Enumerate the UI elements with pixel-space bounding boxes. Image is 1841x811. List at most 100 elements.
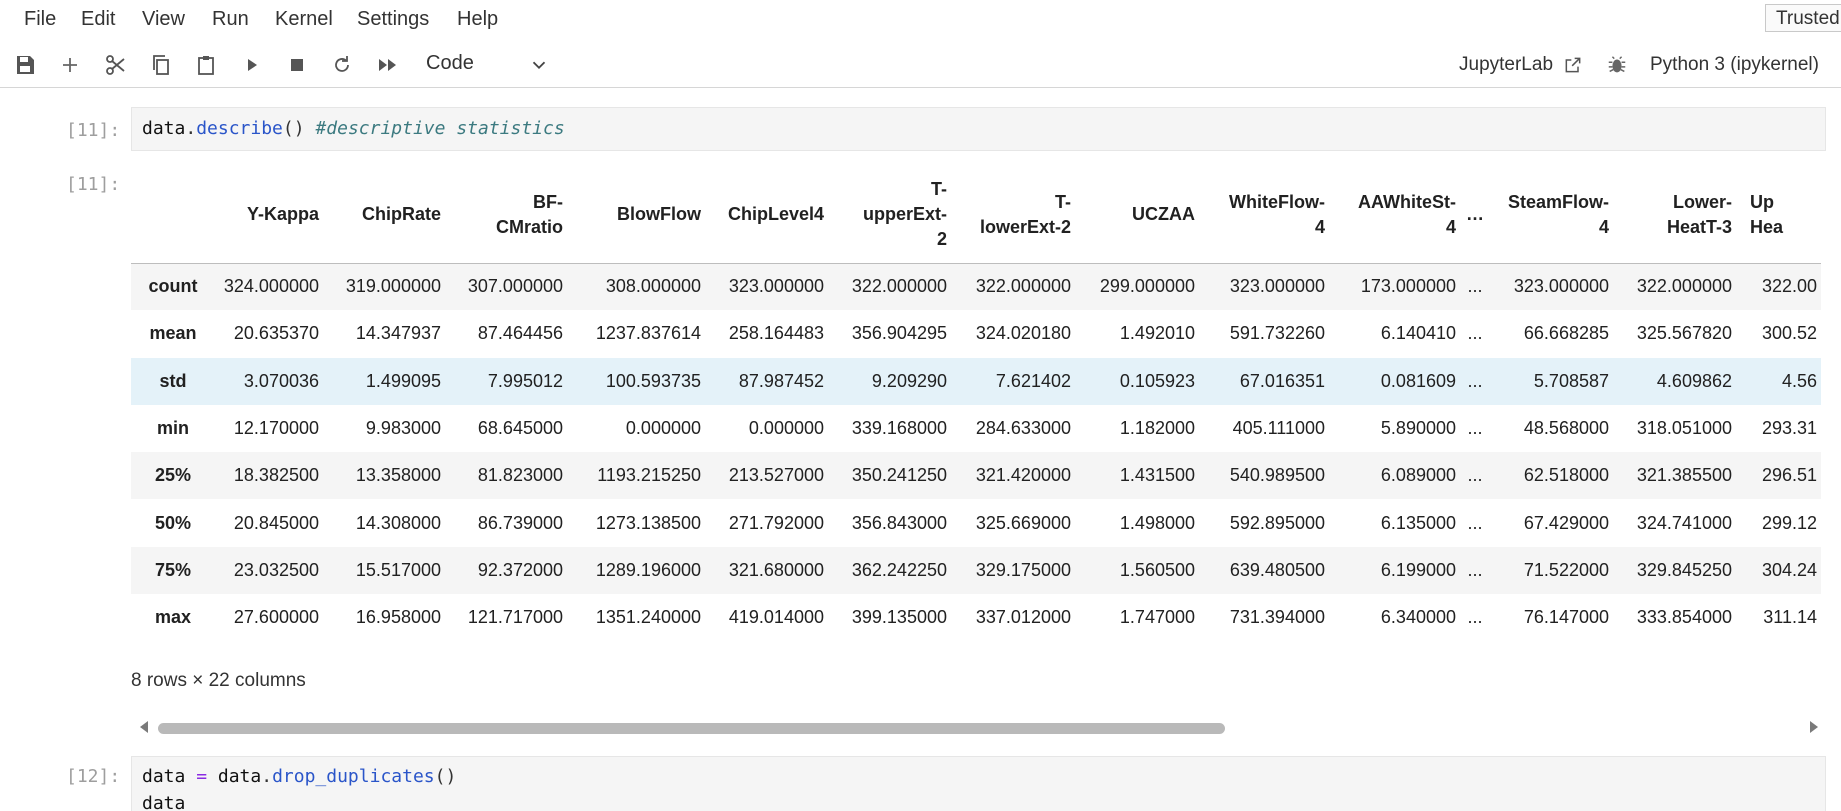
table-cell: 86.739000 [477, 512, 563, 533]
column-header: T-lowerExt-2 [951, 167, 1075, 263]
table-cell: 7.621402 [995, 370, 1071, 391]
table-cell: 731.394000 [1229, 607, 1325, 628]
cell-type-select[interactable]: Code [426, 52, 556, 78]
table-row: max 27.600000 16.958000 121.717000 1351.2400… [131, 594, 1821, 641]
menu-edit[interactable]: Edit [81, 8, 115, 31]
table-cell: 27.600000 [233, 607, 319, 628]
menu-bar: File Edit View Run Kernel Settings Help … [0, 0, 1841, 38]
table-cell: 87.987452 [738, 370, 824, 391]
table-cell: 6.340000 [1380, 607, 1456, 628]
table-cell: 1237.837614 [595, 323, 701, 344]
fast-forward-icon[interactable] [375, 52, 401, 78]
scroll-left-arrow-icon[interactable] [140, 721, 148, 733]
run-icon[interactable] [239, 52, 265, 78]
code-comment: #descriptive statistics [315, 118, 565, 139]
menu-file[interactable]: File [24, 8, 56, 31]
dataframe-output: Y-Kappa ChipRate BF- CMratio BlowFlow Chi… [131, 167, 1841, 642]
restart-icon[interactable] [329, 52, 355, 78]
table-cell: 362.242250 [851, 559, 947, 580]
table-cell: 12.170000 [233, 418, 319, 439]
column-header-line: 4 [1314, 216, 1325, 237]
stop-icon[interactable] [284, 52, 310, 78]
table-cell: 81.823000 [477, 465, 563, 486]
code-token: describe [196, 118, 283, 139]
column-header-line: WhiteFlow- [1229, 191, 1325, 212]
code-cell-describe[interactable]: data.describe() #descriptive statistics [131, 107, 1826, 151]
table-cell: 311.14 [1763, 607, 1817, 628]
table-cell: 87.464456 [477, 323, 563, 344]
menu-run[interactable]: Run [212, 8, 249, 31]
column-header-line: Lower- [1672, 191, 1732, 212]
horizontal-scrollbar[interactable] [131, 716, 1826, 738]
table-row: mean 20.635370 14.347937 87.464456 1237.8376… [131, 310, 1821, 357]
table-cell: 14.347937 [355, 323, 441, 344]
column-header-ellipsis: … [1460, 167, 1490, 263]
table-cell: 323.000000 [728, 276, 824, 297]
table-cell: 7.995012 [487, 370, 563, 391]
table-cell: 14.308000 [355, 512, 441, 533]
table-cell: 1.492010 [1119, 323, 1195, 344]
cell-type-value: Code [426, 52, 474, 74]
table-cell: 20.635370 [233, 323, 319, 344]
table-cell: 5.708587 [1533, 370, 1609, 391]
table-cell: 293.31 [1761, 418, 1817, 439]
table-cell: 6.089000 [1380, 465, 1456, 486]
column-header: ChipLevel4 [705, 167, 828, 263]
paste-icon[interactable] [193, 52, 219, 78]
ellipsis-cell: ... [1467, 465, 1483, 486]
table-row: 25% 18.382500 13.358000 81.823000 1193.21525… [131, 452, 1821, 500]
table-cell: 337.012000 [975, 607, 1071, 628]
table-cell: 323.000000 [1229, 276, 1325, 297]
table-cell: 16.958000 [355, 607, 441, 628]
column-header: BlowFlow [567, 167, 705, 263]
menu-help[interactable]: Help [457, 8, 498, 31]
menu-settings[interactable]: Settings [357, 8, 429, 31]
debugger-bug-icon[interactable] [1606, 54, 1628, 76]
scrollbar-thumb[interactable] [158, 723, 1225, 734]
dataframe-shape-note: 8 rows × 22 columns [131, 670, 306, 691]
column-header: AAWhiteSt- 4 [1329, 167, 1460, 263]
column-header: T-upperExt- 2 [828, 167, 951, 263]
table-cell: 356.843000 [851, 512, 947, 533]
column-header-line: T- [1055, 191, 1071, 212]
jupyterlab-link[interactable]: JupyterLab [1459, 54, 1553, 76]
kernel-name[interactable]: Python 3 (ipykernel) [1650, 54, 1819, 76]
table-cell: 299.000000 [1099, 276, 1195, 297]
code-token: data [142, 766, 186, 787]
menu-kernel[interactable]: Kernel [275, 8, 333, 31]
column-header-line: lowerExt-2 [979, 216, 1071, 237]
column-header-line: ChipLevel4 [727, 204, 824, 225]
table-cell: 1.560500 [1119, 559, 1195, 580]
code-token: () [282, 118, 305, 139]
trusted-indicator[interactable]: Trusted [1765, 4, 1841, 32]
table-cell: 639.480500 [1229, 559, 1325, 580]
table-cell: 307.000000 [467, 276, 563, 297]
code-token: () [434, 766, 457, 787]
code-line: data [142, 793, 185, 811]
column-header-line: CMratio [496, 216, 563, 237]
table-cell: 0.105923 [1119, 370, 1195, 391]
code-token: data [217, 766, 262, 787]
table-cell: 258.164483 [728, 323, 824, 344]
scroll-right-arrow-icon[interactable] [1810, 721, 1818, 733]
menu-view[interactable]: View [142, 8, 185, 31]
table-cell: 1.498000 [1119, 512, 1195, 533]
table-cell: 419.014000 [728, 607, 824, 628]
describe-table: Y-Kappa ChipRate BF- CMratio BlowFlow Chi… [131, 167, 1821, 641]
cut-icon[interactable] [103, 52, 129, 78]
row-index-label: 75% [154, 559, 192, 580]
table-cell: 329.845250 [1636, 559, 1732, 580]
code-cell-drop-duplicates[interactable]: data = data.drop_duplicates() data [131, 756, 1826, 811]
table-cell: 4.609862 [1656, 370, 1732, 391]
table-cell: 0.000000 [748, 418, 824, 439]
table-cell: 15.517000 [355, 559, 441, 580]
save-icon[interactable] [12, 52, 38, 78]
column-header: UCZAA [1075, 167, 1199, 263]
copy-icon[interactable] [148, 52, 174, 78]
table-cell: 9.983000 [365, 418, 441, 439]
table-cell: 405.111000 [1232, 418, 1325, 439]
external-link-icon[interactable] [1563, 55, 1583, 75]
add-cell-icon[interactable] [57, 52, 83, 78]
table-row: min 12.170000 9.983000 68.645000 0.000000 0.0… [131, 405, 1821, 452]
input-prompt: [11]: [66, 120, 121, 141]
